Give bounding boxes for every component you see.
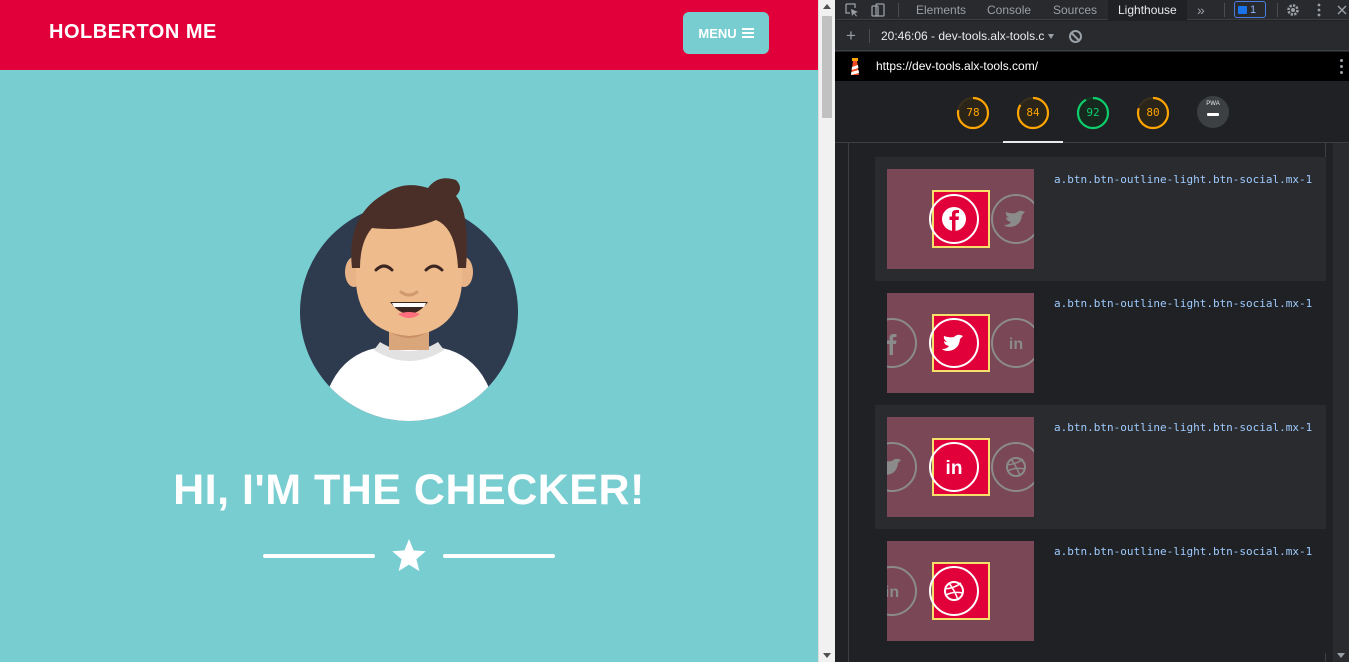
scroll-down-icon[interactable] (1337, 653, 1345, 658)
element-screenshot[interactable]: in (887, 417, 1034, 517)
menu-label: MENU (698, 25, 737, 41)
message-icon (1238, 5, 1247, 14)
devtools-panel: Elements Console Sources Lighthouse » 1 (835, 0, 1349, 662)
list-item: in a.btn.btn-outline-light.btn-social.mx… (875, 405, 1326, 529)
audit-details: a.btn.btn-outline-light.btn-social.mx-1 … (835, 143, 1349, 662)
navbar: HOLBERTON ME MENU (0, 0, 818, 70)
tab-elements[interactable]: Elements (916, 0, 966, 20)
score-value: 78 (966, 106, 980, 119)
score-gauge[interactable]: 80 (1136, 96, 1170, 130)
scroll-up-icon[interactable] (823, 4, 831, 9)
hamburger-icon (741, 28, 754, 38)
list-item: in a.btn.btn-outline-light.btn-social.mx… (875, 529, 1326, 653)
inspect-element-icon[interactable] (845, 3, 859, 17)
svg-text:in: in (946, 458, 963, 479)
tab-sources[interactable]: Sources (1053, 0, 1097, 20)
issues-count: 1 (1250, 3, 1257, 16)
report-label: 20:46:06 - dev-tools.alx-tools.c (881, 29, 1045, 43)
screen: HOLBERTON ME MENU HI, I'M THE CHECKER! E… (0, 0, 1349, 662)
element-selector[interactable]: a.btn.btn-outline-light.btn-social.mx-1 (1054, 545, 1312, 558)
lighthouse-toolbar: + 20:46:06 - dev-tools.alx-tools.c (835, 21, 1349, 51)
score-gauge[interactable]: 92 (1076, 96, 1110, 130)
report-menu-icon[interactable] (1340, 59, 1343, 74)
pwa-dash-icon (1207, 113, 1219, 116)
element-screenshot[interactable] (887, 169, 1034, 269)
indent-guide (848, 143, 849, 662)
svg-text:in: in (1009, 336, 1023, 353)
score-gauges: 78 84 92 80 PWA (835, 82, 1349, 143)
menu-button[interactable]: MENU (683, 12, 769, 54)
star-divider (263, 538, 555, 574)
element-screenshot[interactable]: in (887, 293, 1034, 393)
list-item: a.btn.btn-outline-light.btn-social.mx-1 (875, 157, 1326, 281)
devtools-tab-bar: Elements Console Sources Lighthouse » 1 (835, 0, 1349, 20)
separator (1277, 3, 1278, 17)
devtools-scrollbar[interactable] (1333, 143, 1349, 662)
close-icon[interactable] (1335, 3, 1349, 17)
report-selector[interactable]: 20:46:06 - dev-tools.alx-tools.c (881, 29, 1055, 43)
score-value: 84 (1026, 106, 1040, 119)
element-screenshot[interactable]: in (887, 541, 1034, 641)
gear-icon[interactable] (1286, 3, 1300, 17)
new-report-button[interactable]: + (846, 27, 856, 44)
brand-link[interactable]: HOLBERTON ME (49, 21, 217, 44)
clear-reports-icon[interactable] (1069, 30, 1082, 43)
device-toolbar-icon[interactable] (871, 3, 885, 17)
svg-text:in: in (887, 584, 899, 601)
report-url[interactable]: https://dev-tools.alx-tools.com/ (876, 59, 1038, 73)
chevron-down-icon (1048, 34, 1055, 40)
score-value: 80 (1146, 106, 1160, 119)
element-selector[interactable]: a.btn.btn-outline-light.btn-social.mx-1 (1054, 297, 1312, 310)
more-options-icon[interactable] (1312, 3, 1326, 17)
failing-elements-list: a.btn.btn-outline-light.btn-social.mx-1 … (875, 157, 1326, 653)
separator (869, 29, 870, 43)
report-url-bar: https://dev-tools.alx-tools.com/ (835, 52, 1349, 81)
hero-title: HI, I'M THE CHECKER! (173, 466, 645, 514)
more-tabs-icon[interactable]: » (1197, 0, 1205, 20)
avatar (300, 178, 518, 421)
separator (1224, 3, 1225, 17)
score-value: 92 (1086, 106, 1100, 119)
scrollbar-thumb[interactable] (822, 16, 832, 118)
pwa-label: PWA (1206, 101, 1220, 107)
separator (898, 3, 899, 17)
tab-console[interactable]: Console (987, 0, 1031, 20)
divider-line (443, 554, 555, 558)
list-item: in a.btn.btn-outline-light.btn-social.mx… (875, 281, 1326, 405)
web-page: HOLBERTON ME MENU HI, I'M THE CHECKER! (0, 0, 818, 662)
page-scrollbar[interactable] (818, 0, 835, 662)
score-gauge[interactable]: 78 (956, 96, 990, 130)
lighthouse-logo-icon (851, 58, 859, 75)
star-icon (392, 539, 426, 572)
element-selector[interactable]: a.btn.btn-outline-light.btn-social.mx-1 (1054, 421, 1312, 434)
issues-badge[interactable]: 1 (1234, 1, 1266, 18)
score-gauge[interactable]: 84 (1016, 96, 1050, 130)
divider-line (263, 554, 375, 558)
pwa-badge[interactable]: PWA (1197, 96, 1229, 128)
tab-lighthouse[interactable]: Lighthouse (1108, 0, 1187, 20)
element-selector[interactable]: a.btn.btn-outline-light.btn-social.mx-1 (1054, 173, 1312, 186)
scroll-down-icon[interactable] (823, 653, 831, 658)
